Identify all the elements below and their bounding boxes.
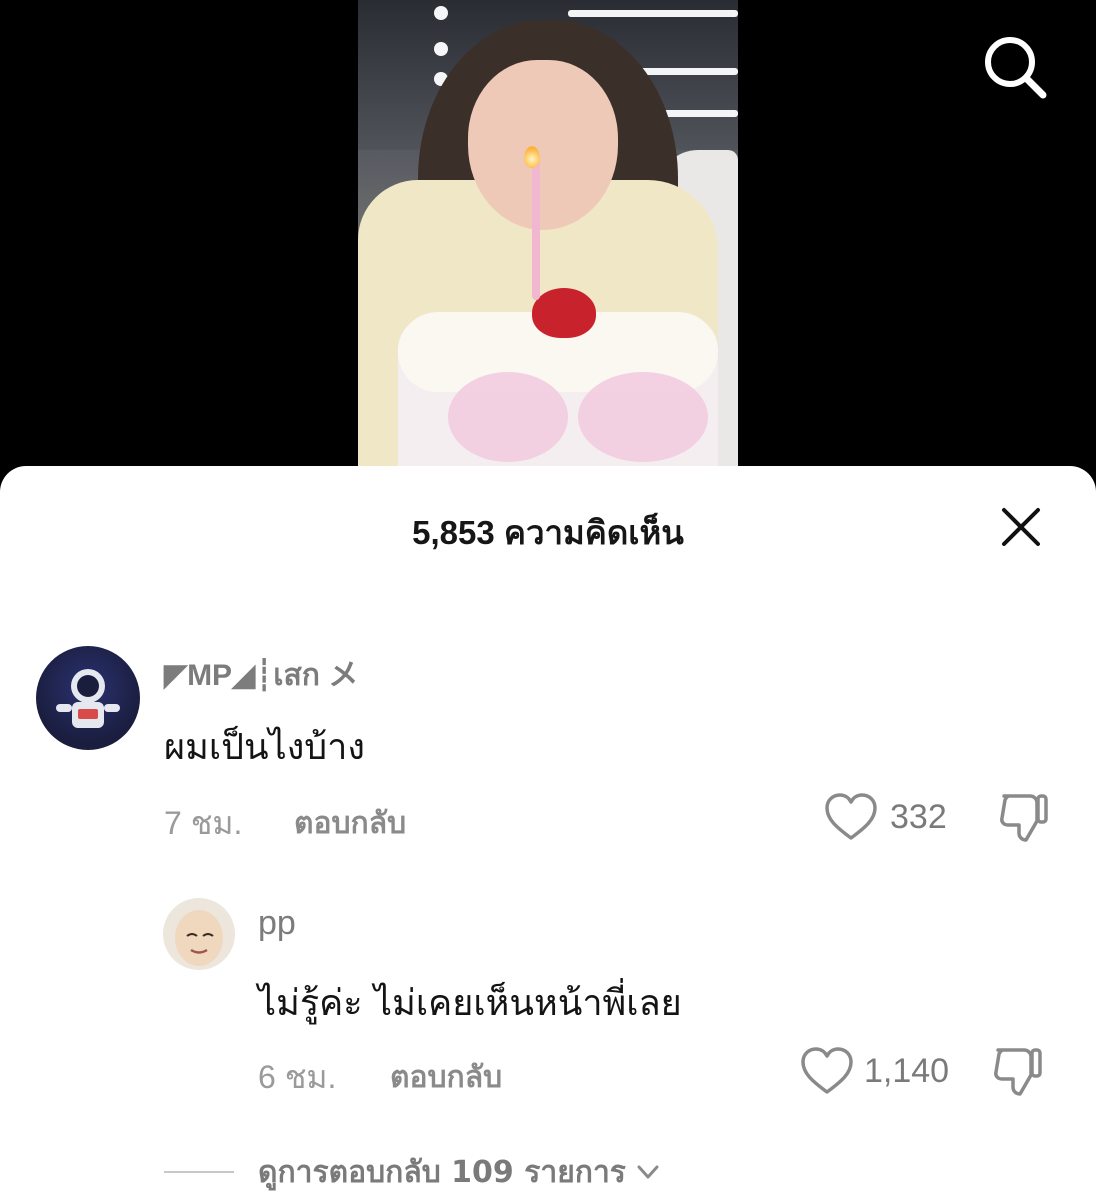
search-button[interactable] [980,32,1050,102]
like-count: 1,140 [864,1052,950,1090]
dislike-button[interactable] [990,1044,1044,1098]
close-icon [1002,508,1040,546]
comment-time: 7 ชม. [164,805,243,841]
chevron-down-icon [637,1165,659,1179]
like-button[interactable] [800,1046,854,1096]
dislike-button[interactable] [996,790,1050,844]
comment-time: 6 ชม. [258,1059,337,1095]
like-count: 332 [890,798,947,836]
ribbon-bow [578,372,708,462]
avatar[interactable] [163,898,235,970]
candle [532,160,540,300]
comment-username[interactable]: pp [258,904,296,943]
reply-button[interactable]: ตอบกลับ [294,800,406,847]
comments-sheet: 5,853 ความคิดเห็น ◤MP◢┊เสก メ ผมเป็นไงบ้า… [0,466,1096,1200]
comment-text: ไม่รู้ค่ะ ไม่เคยเห็นหน้าพี่เลย [258,983,682,1024]
like-button[interactable] [824,792,878,842]
candle-flame [524,146,540,168]
view-replies-button[interactable]: ดูการตอบกลับ 109 รายการ [164,1152,662,1192]
heart-icon [825,793,877,840]
comment-text: ผมเป็นไงบ้าง [164,727,365,768]
view-replies-label: ดูการตอบกลับ 109 รายการ [258,1154,626,1190]
avatar[interactable] [36,646,140,750]
search-icon [985,37,1047,99]
thumbs-down-icon [1000,794,1048,842]
video-player[interactable] [0,0,1096,490]
heart-icon [801,1047,853,1094]
comment-count-title: 5,853 ความคิดเห็น [412,514,684,551]
comment-username[interactable]: ◤MP◢┊เสก メ [164,650,358,699]
astronaut-avatar-icon [56,669,120,728]
person-face [468,60,618,230]
video-frame[interactable] [358,0,738,468]
strawberry [532,288,596,338]
close-button[interactable] [998,504,1044,550]
reply-button[interactable]: ตอบกลับ [390,1054,502,1101]
face-avatar-icon [175,910,223,966]
thumbs-down-icon [994,1048,1042,1096]
ribbon-bow [448,372,568,462]
divider-line [164,1171,234,1173]
